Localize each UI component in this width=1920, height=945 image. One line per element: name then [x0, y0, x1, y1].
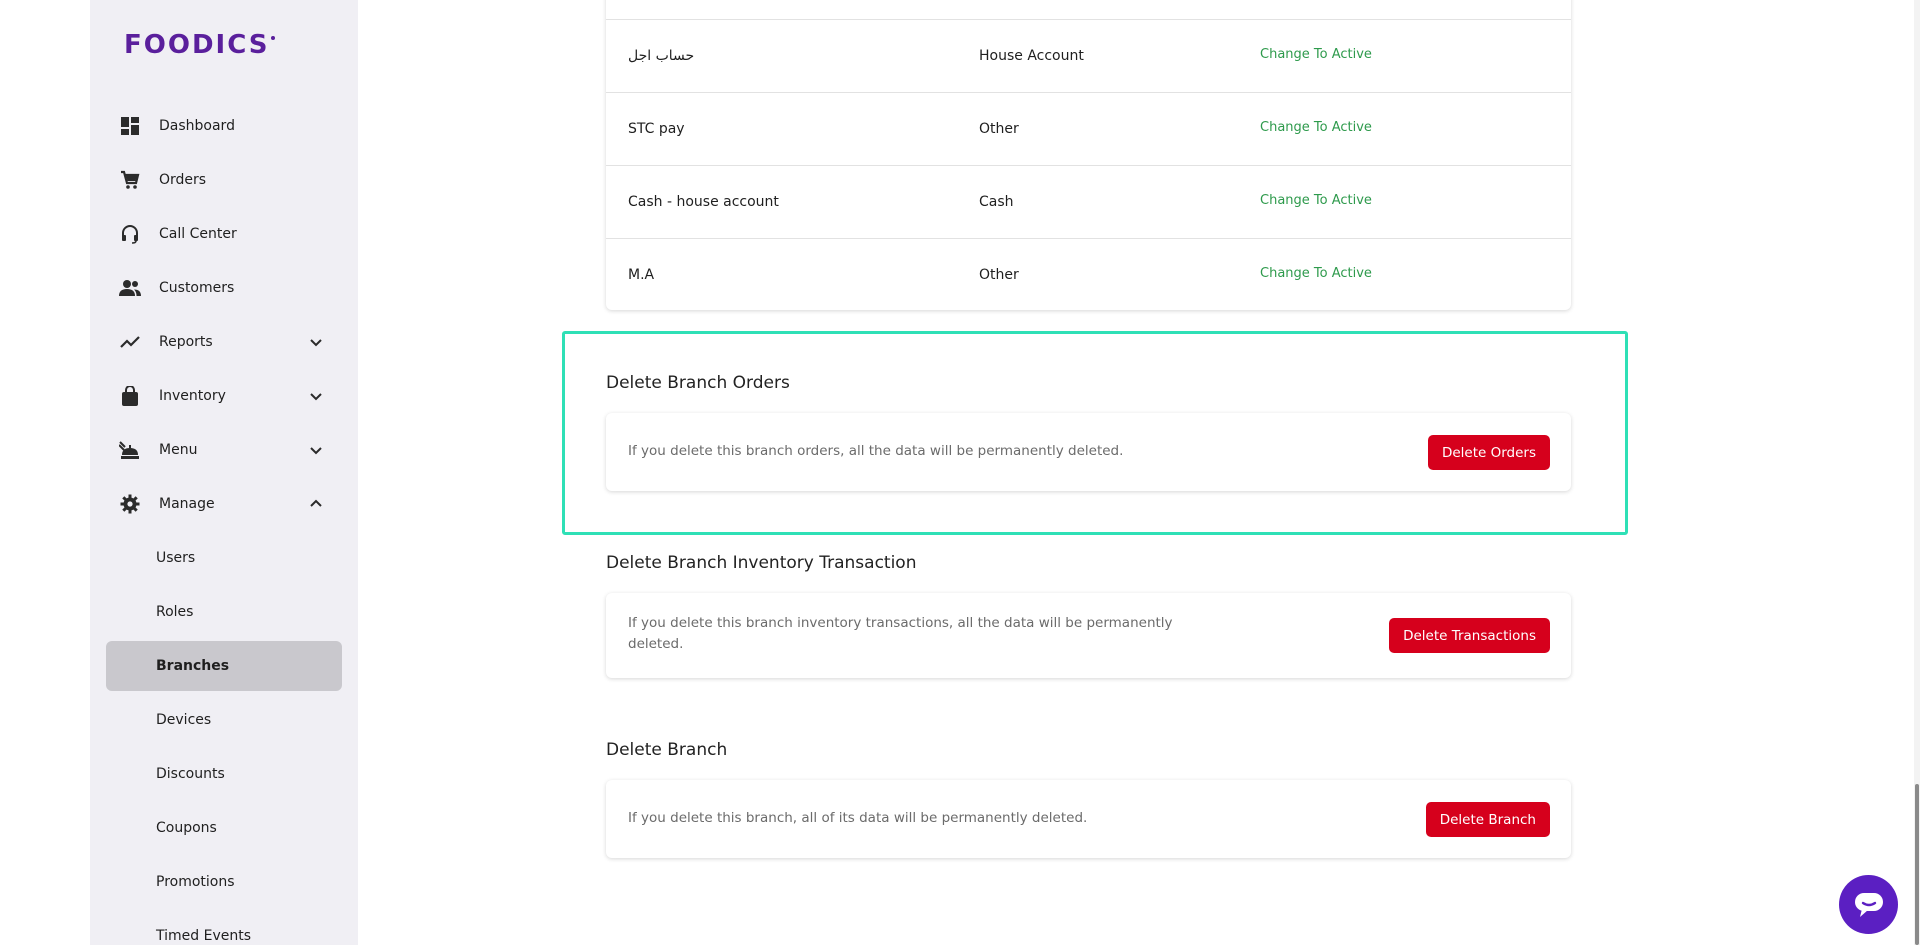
sidebar-subitem-roles[interactable]: Roles	[106, 588, 342, 636]
payment-method-name: M.A	[628, 267, 655, 283]
sidebar-item-label: Inventory	[159, 388, 226, 404]
table-row: STC pay Other Change To Active	[606, 92, 1571, 165]
food-icon	[119, 439, 141, 461]
table-row: Cash - house account Cash Change To Acti…	[606, 165, 1571, 238]
delete-inventory-text: If you delete this branch inventory tran…	[628, 613, 1173, 655]
logo-text: FOODICS	[124, 30, 270, 60]
logo-dot	[270, 36, 275, 40]
payment-methods-table: حساب اجل House Account Change To Active …	[606, 0, 1571, 310]
page: FOODICS Dashboard Orders Call Center Cus…	[0, 0, 1920, 945]
delete-orders-button[interactable]: Delete Orders	[1427, 435, 1550, 470]
delete-inventory-title: Delete Branch Inventory Transaction	[606, 553, 917, 573]
sidebar-item-label: Call Center	[159, 226, 237, 242]
sidebar-subitem-discounts[interactable]: Discounts	[106, 750, 342, 798]
sidebar-item-label: Manage	[159, 496, 215, 512]
sidebar-item-label: Reports	[159, 334, 213, 350]
sidebar-subitem-promotions[interactable]: Promotions	[106, 858, 342, 906]
sidebar-item-inventory[interactable]: Inventory	[106, 372, 342, 420]
delete-orders-card: If you delete this branch orders, all th…	[606, 413, 1571, 491]
sidebar-subitem-devices[interactable]: Devices	[106, 696, 342, 744]
chat-bubble-icon	[1854, 892, 1883, 917]
sidebar-item-reports[interactable]: Reports	[106, 318, 342, 366]
delete-branch-card: If you delete this branch, all of its da…	[606, 780, 1571, 858]
change-to-active-link[interactable]: Change To Active	[1260, 266, 1372, 281]
trend-icon	[119, 331, 141, 353]
payment-method-name: Cash - house account	[628, 194, 779, 210]
chevron-down-icon[interactable]	[308, 334, 324, 350]
delete-orders-title: Delete Branch Orders	[606, 373, 790, 393]
sidebar-item-label: Customers	[159, 280, 235, 296]
table-row: M.A Other Change To Active	[606, 238, 1571, 311]
sidebar-item-orders[interactable]: Orders	[106, 156, 342, 204]
payment-method-type: Other	[979, 121, 1019, 137]
delete-inventory-card: If you delete this branch inventory tran…	[606, 593, 1571, 678]
sidebar-item-label: Menu	[159, 442, 198, 458]
delete-orders-text: If you delete this branch orders, all th…	[628, 443, 1124, 459]
delete-branch-title: Delete Branch	[606, 740, 728, 760]
chat-button[interactable]	[1839, 875, 1898, 934]
sidebar-item-menu[interactable]: Menu	[106, 426, 342, 474]
headset-icon	[119, 223, 141, 245]
chevron-up-icon[interactable]	[308, 496, 324, 512]
delete-transactions-button[interactable]: Delete Transactions	[1389, 618, 1550, 653]
change-to-active-link[interactable]: Change To Active	[1260, 120, 1372, 135]
chevron-down-icon[interactable]	[308, 442, 324, 458]
payment-method-type: Cash	[979, 194, 1014, 210]
chevron-down-icon[interactable]	[308, 388, 324, 404]
payment-method-name: STC pay	[628, 121, 685, 137]
delete-inventory-text-line1: If you delete this branch inventory tran…	[628, 615, 1173, 631]
sidebar-subitem-timed-events[interactable]: Timed Events	[106, 912, 342, 945]
sidebar-item-label: Orders	[159, 172, 207, 188]
sidebar-subitem-users[interactable]: Users	[106, 534, 342, 582]
change-to-active-link[interactable]: Change To Active	[1260, 47, 1372, 62]
payment-method-type: Other	[979, 267, 1019, 283]
delete-branch-text: If you delete this branch, all of its da…	[628, 810, 1088, 826]
payment-method-name: حساب اجل	[628, 48, 695, 64]
cart-icon	[119, 169, 141, 191]
scrollbar-thumb[interactable]	[1915, 784, 1919, 945]
delete-branch-button[interactable]: Delete Branch	[1425, 802, 1550, 837]
payment-method-type: House Account	[979, 48, 1084, 64]
sidebar-subitem-coupons[interactable]: Coupons	[106, 804, 342, 852]
people-icon	[119, 277, 141, 299]
sidebar-item-customers[interactable]: Customers	[106, 264, 342, 312]
dashboard-icon	[119, 115, 141, 137]
sidebar-item-dashboard[interactable]: Dashboard	[106, 102, 342, 150]
gear-icon	[119, 493, 141, 515]
sidebar-item-manage[interactable]: Manage	[106, 480, 342, 528]
scrollbar-track[interactable]	[1914, 0, 1920, 945]
sidebar: FOODICS Dashboard Orders Call Center Cus…	[90, 0, 358, 945]
sidebar-subitem-branches[interactable]: Branches	[106, 641, 342, 691]
change-to-active-link[interactable]: Change To Active	[1260, 193, 1372, 208]
bag-icon	[119, 385, 141, 407]
sidebar-item-call-center[interactable]: Call Center	[106, 210, 342, 258]
foodics-logo[interactable]: FOODICS	[124, 30, 275, 60]
table-row: حساب اجل House Account Change To Active	[606, 19, 1571, 92]
delete-inventory-text-line2: deleted.	[628, 636, 684, 652]
sidebar-item-label: Dashboard	[159, 118, 235, 134]
